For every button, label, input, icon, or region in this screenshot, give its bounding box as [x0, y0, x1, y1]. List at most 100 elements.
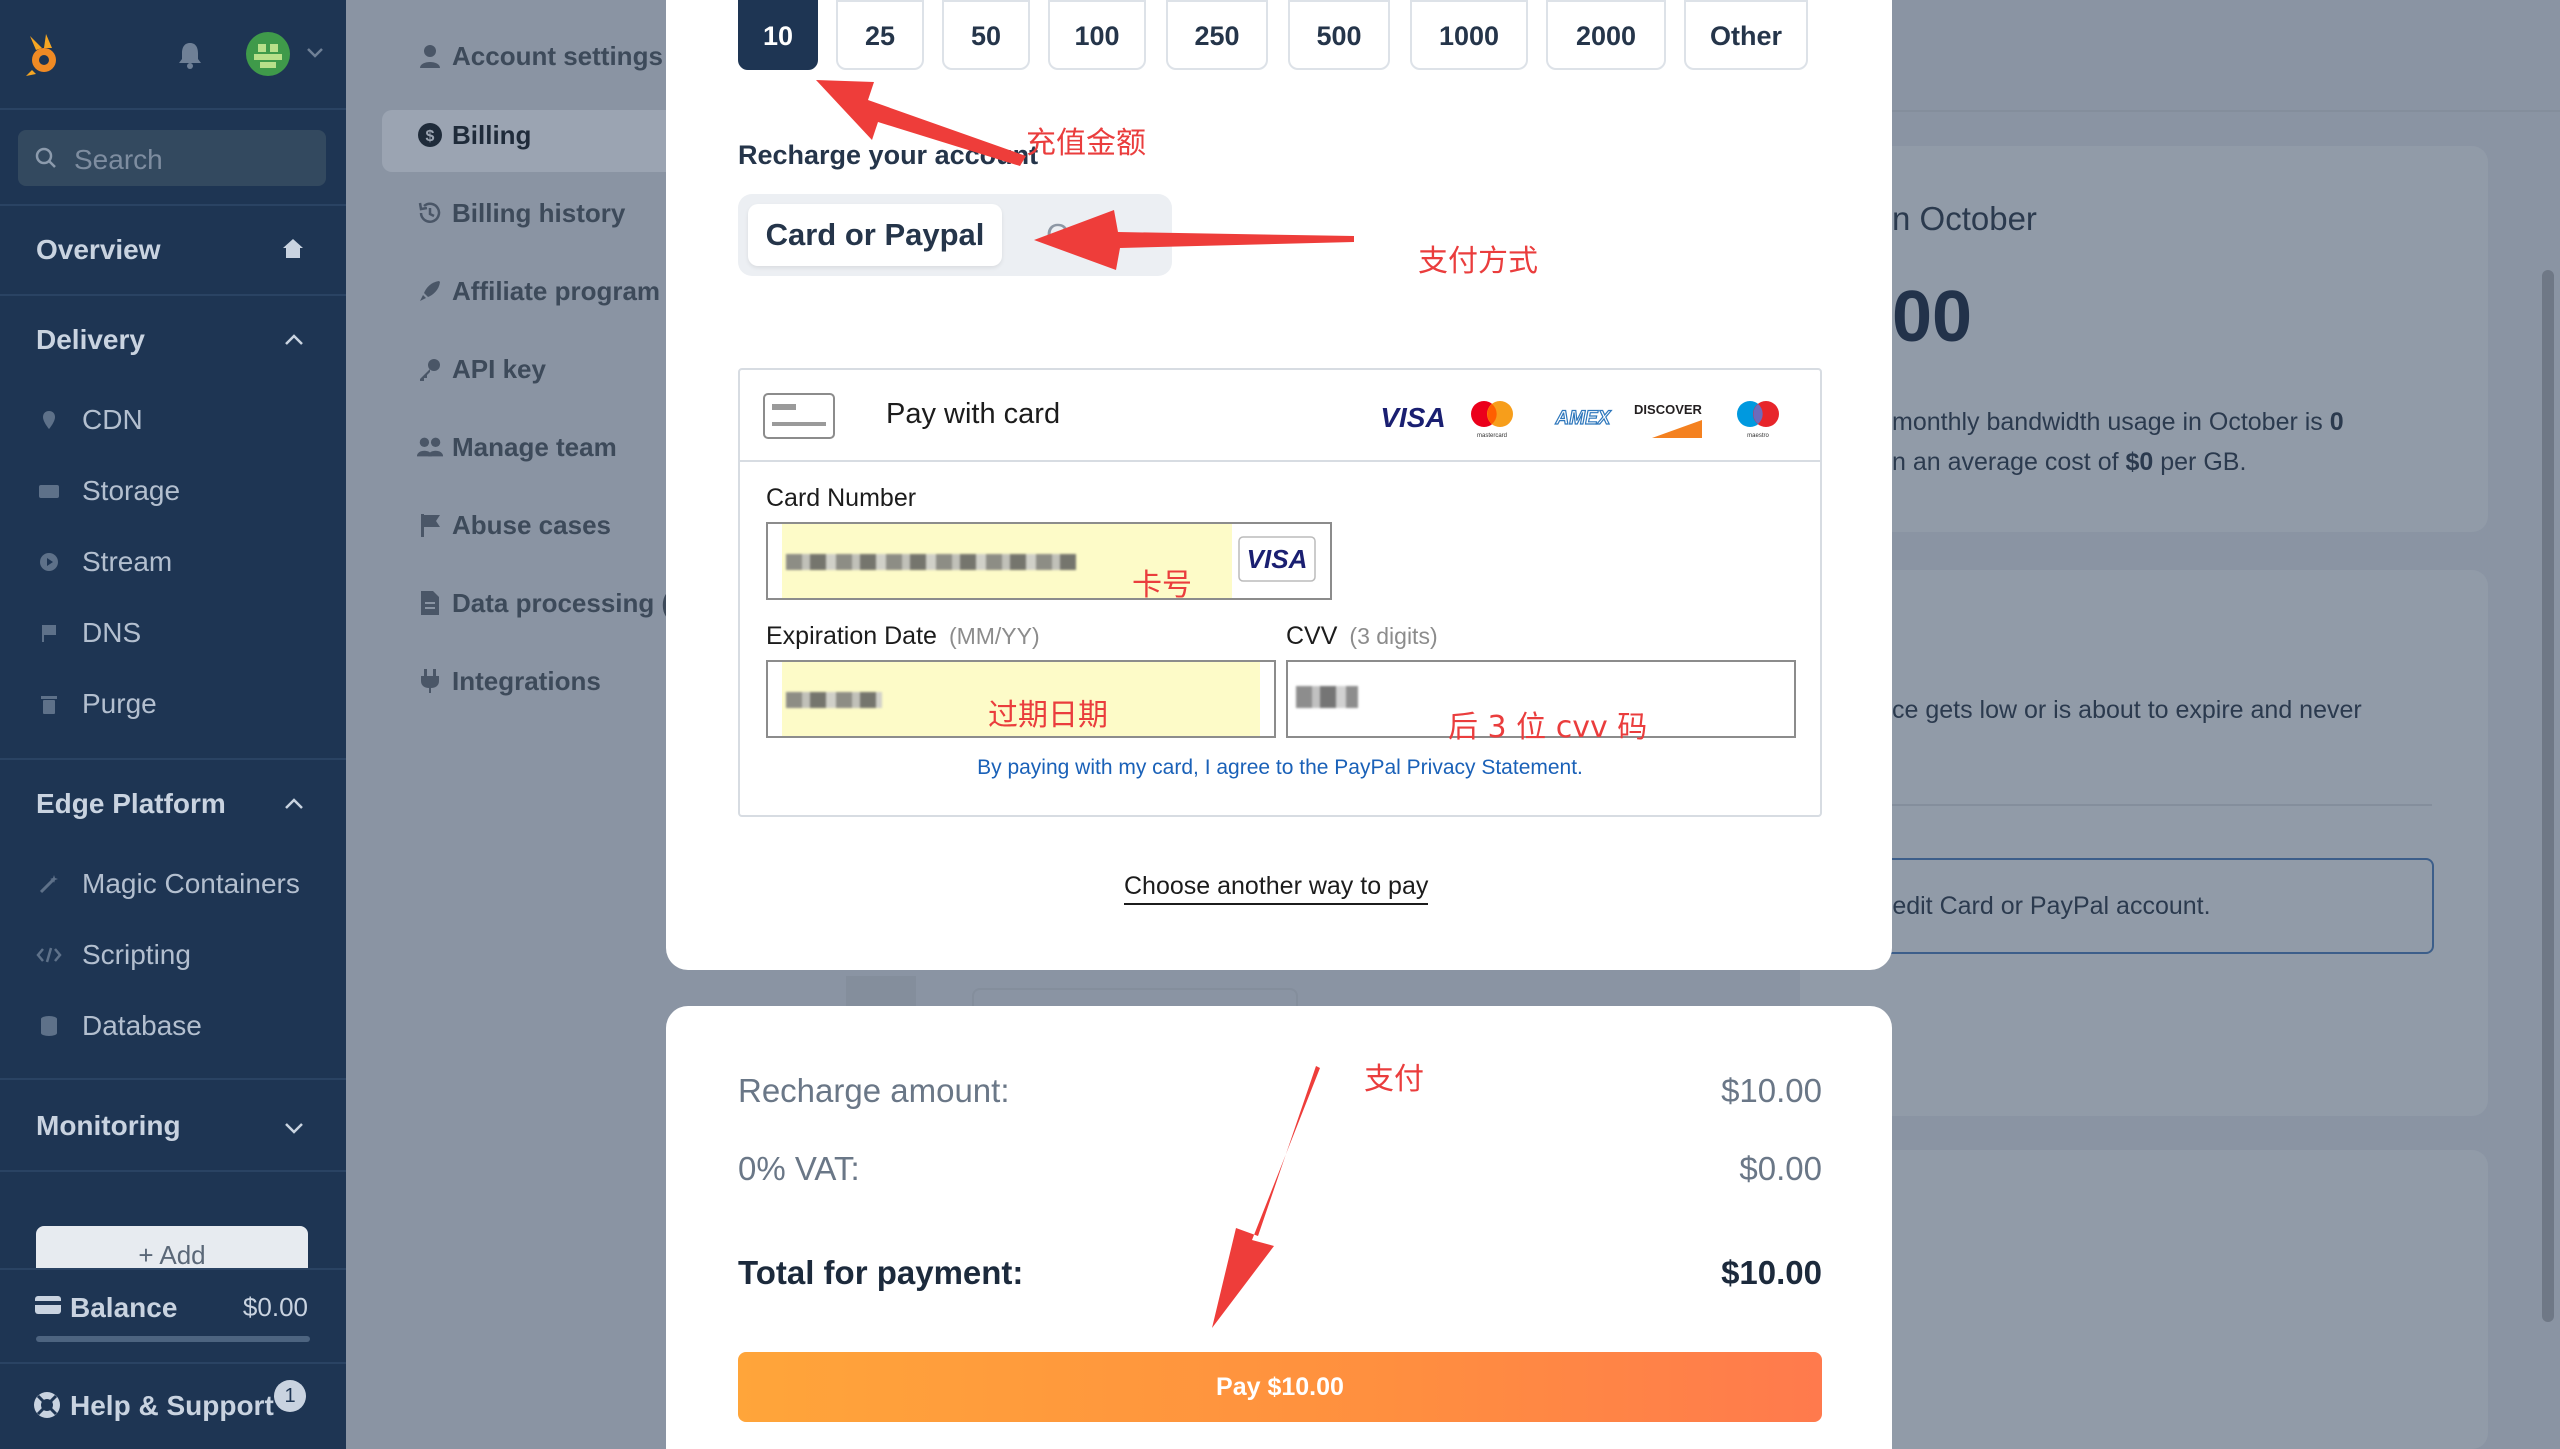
sidebar-section-delivery[interactable]: Delivery [36, 324, 145, 356]
usage-card-title: n October [1892, 200, 2037, 237]
card-payment-form: Pay with card VISA mastercard AMEX DISCO… [738, 368, 1822, 817]
sidebar-section-monitoring[interactable]: Monitoring [36, 1110, 181, 1142]
tab-card-or-paypal[interactable]: Card or Paypal [748, 204, 1002, 266]
maestro-logo-icon: maestro [1737, 401, 1779, 439]
sidebar-item-scripting[interactable]: Scripting [36, 933, 191, 977]
sidebar-item-stream[interactable]: Stream [36, 540, 172, 584]
card-number-input[interactable]: VISA [766, 522, 1332, 600]
pay-button[interactable]: Pay $10.00 [738, 1352, 1822, 1422]
rocket-icon [416, 277, 444, 305]
chevron-up-icon[interactable] [282, 332, 306, 348]
subnav-item-integrations[interactable]: Integrations [421, 658, 601, 704]
svg-text:DISCOVER: DISCOVER [1634, 402, 1703, 417]
search-input[interactable]: Search [18, 130, 326, 186]
vat-row: 0% VAT: $0.00 [738, 1150, 1822, 1188]
amount-option-2000[interactable]: 2000 [1546, 0, 1666, 70]
discover-logo-icon: DISCOVER [1634, 402, 1703, 438]
visa-logo-icon: VISA [1380, 402, 1445, 433]
usage-line-1: monthly bandwidth usage in October is 0 [1892, 408, 2344, 436]
sidebar-item-database[interactable]: Database [36, 1004, 202, 1048]
document-icon [416, 589, 444, 617]
user-avatar[interactable] [246, 32, 290, 76]
trash-icon [36, 691, 62, 717]
sidebar-item-cdn[interactable]: CDN [36, 398, 143, 442]
total-label: Total for payment: [738, 1254, 1024, 1291]
svg-text:maestro: maestro [1747, 433, 1769, 439]
sidebar-item-magic-containers[interactable]: Magic Containers [36, 862, 300, 906]
recharge-amount-row: Recharge amount: $10.00 [738, 1072, 1822, 1110]
recharge-amount-label: Recharge amount: [738, 1072, 1010, 1109]
subnav-item-data-processing[interactable]: Data processing ( [421, 580, 670, 626]
notification-count-badge: 1 [274, 1380, 306, 1412]
tab-other-method[interactable]: C [1046, 204, 1068, 266]
bg-fragment [972, 988, 1298, 1006]
subnav-item-billing[interactable]: $ Billing [418, 112, 531, 158]
subnav-item-account-settings[interactable]: Account settings [420, 33, 663, 79]
chevron-down-icon[interactable] [282, 1120, 306, 1136]
subnav-item-abuse-cases[interactable]: Abuse cases [421, 502, 611, 548]
plug-icon [416, 667, 444, 695]
amex-logo-icon: AMEX [1554, 407, 1612, 429]
amount-option-100[interactable]: 100 [1048, 0, 1146, 70]
svg-text:mastercard: mastercard [1477, 433, 1507, 439]
subnav-item-api-key[interactable]: API key [420, 346, 546, 392]
chevron-down-icon[interactable] [306, 46, 324, 60]
code-icon [36, 942, 62, 968]
amount-option-25[interactable]: 25 [836, 0, 924, 70]
help-support-link[interactable]: Help & Support 1 [0, 1362, 346, 1449]
divider [1892, 804, 2432, 806]
amount-option-other[interactable]: Other [1684, 0, 1808, 70]
add-button[interactable]: + Add [36, 1226, 308, 1270]
svg-text:VISA: VISA [1247, 544, 1308, 574]
svg-text:VISA: VISA [1380, 402, 1445, 433]
svg-text:$: $ [426, 128, 435, 145]
link-account-text: redit Card or PayPal account. [1884, 892, 2211, 920]
chevron-up-icon[interactable] [282, 796, 306, 812]
total-row: Total for payment: $10.00 [738, 1254, 1822, 1292]
sidebar-item-storage[interactable]: Storage [36, 469, 180, 513]
help-label: Help & Support [70, 1390, 274, 1421]
flag-icon [36, 620, 62, 646]
search-placeholder: Search [74, 144, 163, 175]
play-icon [36, 549, 62, 575]
divider [0, 1170, 346, 1172]
location-pin-icon [36, 407, 62, 433]
redacted-cvv [1296, 686, 1358, 708]
amount-option-10[interactable]: 10 [738, 0, 818, 70]
notification-bell-icon[interactable] [176, 40, 204, 70]
subnav-item-billing-history[interactable]: Billing history [418, 190, 625, 236]
balance-bar [36, 1336, 310, 1342]
recharge-amount-value: $10.00 [1721, 1072, 1822, 1109]
divider [0, 108, 346, 110]
cvv-label: CVV (3 digits) [1286, 622, 1438, 650]
subnav-item-affiliate-program[interactable]: Affiliate program [420, 268, 660, 314]
credit-card-icon [763, 393, 835, 439]
page-scrollbar[interactable] [2542, 270, 2554, 1322]
amount-option-250[interactable]: 250 [1166, 0, 1268, 70]
search-icon [35, 147, 56, 168]
choose-another-way-link[interactable]: Choose another way to pay [1124, 872, 1429, 905]
balance-value: $0.00 [242, 1292, 308, 1322]
paypal-privacy-statement[interactable]: By paying with my card, I agree to the P… [740, 756, 1820, 780]
amount-option-1000[interactable]: 1000 [1410, 0, 1528, 70]
redacted-card-number [786, 554, 1076, 570]
pay-with-card-title: Pay with card [886, 398, 1061, 430]
sidebar-item-overview[interactable]: Overview [36, 234, 161, 266]
vat-value: $0.00 [1739, 1150, 1822, 1187]
sidebar-item-purge[interactable]: Purge [36, 682, 157, 726]
autorecharge-card [1800, 570, 2488, 1116]
bunny-logo-icon[interactable] [22, 30, 66, 78]
divider [0, 294, 346, 296]
subnav-item-manage-team[interactable]: Manage team [416, 424, 617, 470]
mastercard-logo-icon: mastercard [1471, 401, 1513, 439]
amount-option-500[interactable]: 500 [1288, 0, 1390, 70]
sidebar-section-edge-platform[interactable]: Edge Platform [36, 788, 226, 820]
balance-panel[interactable]: Balance $0.00 [0, 1268, 346, 1360]
amount-option-50[interactable]: 50 [942, 0, 1030, 70]
usage-line-2: n an average cost of $0 per GB. [1892, 448, 2247, 476]
sidebar: Search Overview Delivery CDN Storage Str… [0, 0, 346, 1449]
home-icon [283, 239, 303, 258]
sidebar-item-dns[interactable]: DNS [36, 611, 141, 655]
dollar-circle-icon: $ [416, 121, 444, 149]
sidebar-header [0, 0, 346, 108]
